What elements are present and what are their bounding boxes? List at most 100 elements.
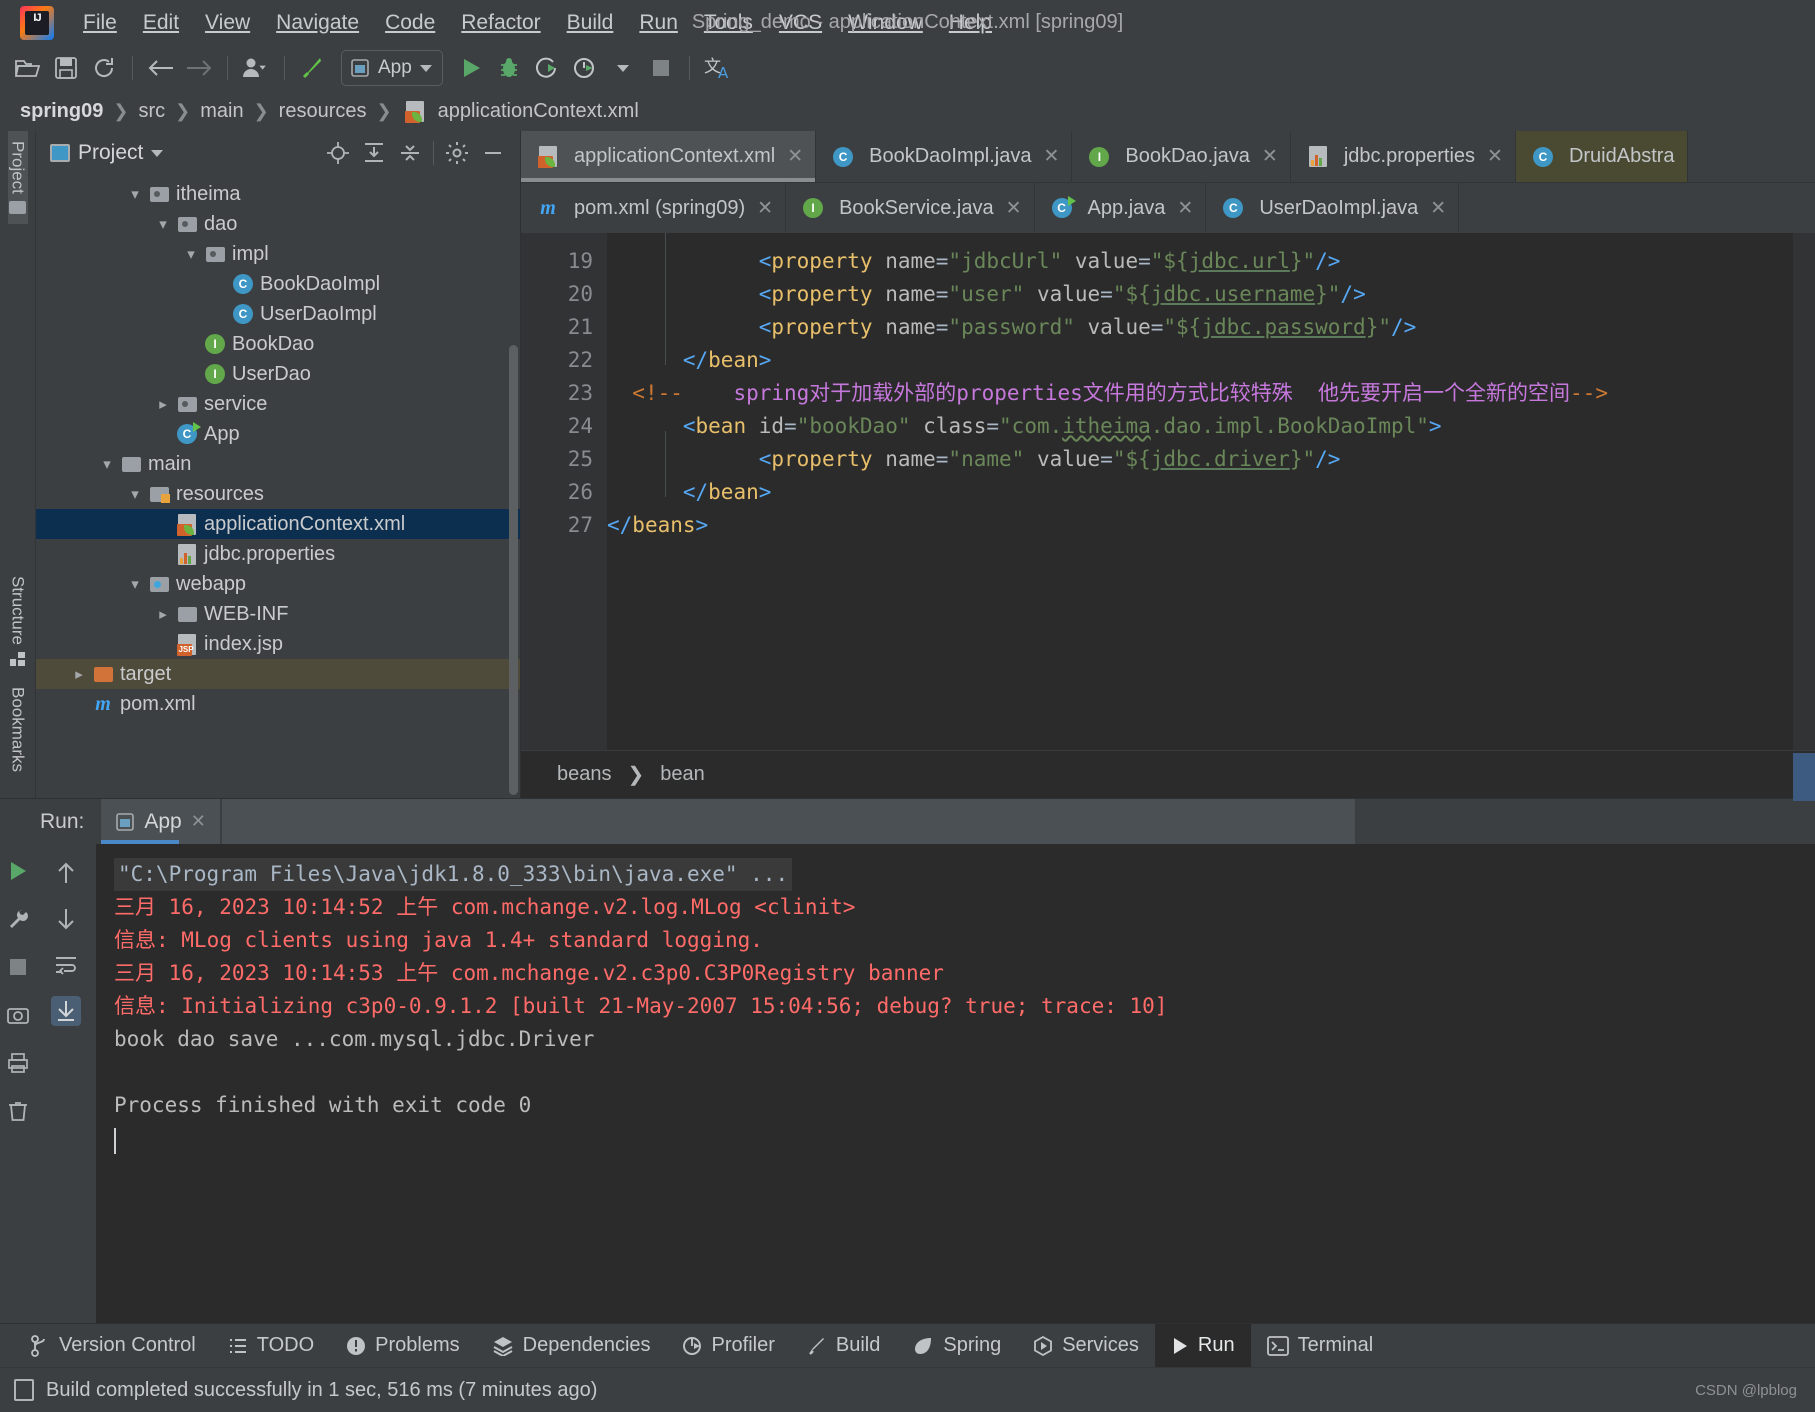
rail-tab-project[interactable]: Project — [7, 131, 28, 224]
tree-node-userdaoimpl[interactable]: C UserDaoImpl — [36, 299, 520, 329]
up-arrow-icon[interactable] — [51, 858, 81, 888]
close-icon[interactable]: ✕ — [191, 811, 206, 832]
tree-node-itheima[interactable]: ▾ itheima — [36, 179, 520, 209]
menu-window[interactable]: Window — [835, 7, 936, 39]
editor-tab-druidabstract[interactable]: C DruidAbstra — [1515, 131, 1688, 182]
wrench-icon[interactable] — [3, 904, 33, 934]
menu-navigate[interactable]: Navigate — [263, 7, 372, 39]
menu-vcs[interactable]: VCS — [766, 7, 835, 39]
editor-marker-bar[interactable] — [1793, 233, 1815, 801]
sync-icon[interactable] — [86, 51, 122, 85]
close-icon[interactable]: ✕ — [1177, 197, 1193, 220]
rerun-icon[interactable] — [3, 856, 33, 886]
tool-window-dependencies[interactable]: Dependencies — [476, 1324, 667, 1367]
stop-icon[interactable] — [643, 51, 679, 85]
chevron-right-icon[interactable]: ▸ — [152, 605, 174, 623]
back-arrow-icon[interactable] — [143, 51, 179, 85]
editor-tab-userdaoimpl-java[interactable]: C UserDaoImpl.java ✕ — [1206, 183, 1460, 233]
stop-icon[interactable] — [3, 952, 33, 982]
scroll-to-end-icon[interactable] — [51, 996, 81, 1026]
breadcrumb-item-main[interactable]: main — [194, 100, 249, 123]
chevron-right-icon[interactable]: ▸ — [68, 665, 90, 683]
tool-window-todo[interactable]: TODO — [212, 1324, 330, 1367]
close-icon[interactable]: ✕ — [1487, 145, 1503, 168]
chevron-right-icon[interactable]: ▸ — [152, 395, 174, 413]
run-with-coverage-icon[interactable] — [529, 51, 565, 85]
editor-tab-jdbc-properties[interactable]: jdbc.properties ✕ — [1291, 131, 1516, 182]
tool-window-terminal[interactable]: Terminal — [1251, 1324, 1390, 1367]
rail-tab-bookmarks[interactable]: Bookmarks — [8, 677, 28, 798]
tree-node-main[interactable]: ▾ main — [36, 449, 520, 479]
project-tree-scrollbar[interactable] — [509, 345, 518, 795]
open-folder-icon[interactable] — [10, 51, 46, 85]
code-editor[interactable]: 19 20 21 22 23 24 25 26 27 <property nam… — [521, 233, 1815, 801]
soft-wrap-icon[interactable] — [51, 950, 81, 980]
close-icon[interactable]: ✕ — [757, 197, 773, 220]
chevron-down-icon[interactable]: ▾ — [124, 185, 146, 203]
menu-file[interactable]: File — [70, 7, 130, 39]
breadcrumb-item-resources[interactable]: resources — [273, 100, 373, 123]
gear-icon[interactable] — [442, 139, 472, 167]
marker-highlight[interactable] — [1793, 753, 1815, 801]
tool-window-version-control[interactable]: Version Control — [14, 1324, 212, 1367]
editor-breadcrumb-beans[interactable]: beans — [551, 763, 618, 786]
close-icon[interactable]: ✕ — [1006, 197, 1022, 220]
tree-node-bookdaoimpl[interactable]: C BookDaoImpl — [36, 269, 520, 299]
editor-tab-bookdaoimpl-java[interactable]: C BookDaoImpl.java ✕ — [816, 131, 1073, 182]
menu-view[interactable]: View — [192, 7, 263, 39]
editor-breadcrumb-bean[interactable]: bean — [654, 763, 711, 786]
editor-gutter[interactable]: 19 20 21 22 23 24 25 26 27 — [521, 233, 607, 750]
tree-node-resources[interactable]: ▾ resources — [36, 479, 520, 509]
translate-icon[interactable]: 文A — [700, 51, 736, 85]
menu-run[interactable]: Run — [626, 7, 691, 39]
expand-all-icon[interactable] — [359, 139, 389, 167]
run-tab-app[interactable]: App ✕ — [100, 799, 221, 844]
profile-dropdown-icon[interactable] — [238, 51, 274, 85]
project-tree[interactable]: ▾ itheima ▾ dao ▾ impl C BookDaoImpl C U… — [36, 175, 520, 798]
forward-arrow-icon[interactable] — [181, 51, 217, 85]
menu-refactor[interactable]: Refactor — [448, 7, 553, 39]
tree-node-userdao[interactable]: I UserDao — [36, 359, 520, 389]
tree-node-app[interactable]: C App — [36, 419, 520, 449]
chevron-down-icon[interactable]: ▾ — [124, 575, 146, 593]
editor-tab-applicationcontext-xml[interactable]: applicationContext.xml ✕ — [521, 131, 817, 182]
camera-icon[interactable] — [3, 1000, 33, 1030]
editor-tab-bookservice-java[interactable]: I BookService.java ✕ — [786, 183, 1035, 233]
breadcrumb-item-src[interactable]: src — [132, 100, 171, 123]
tool-window-profiler[interactable]: Profiler — [667, 1324, 791, 1367]
menu-build[interactable]: Build — [554, 7, 627, 39]
tree-node-target[interactable]: ▸ target — [36, 659, 520, 689]
close-icon[interactable]: ✕ — [1043, 145, 1059, 168]
editor-tab-app-java[interactable]: C App.java ✕ — [1035, 183, 1207, 233]
menu-help[interactable]: Help — [936, 7, 1005, 39]
collapse-all-icon[interactable] — [395, 139, 425, 167]
tree-node-applicationcontext-xml[interactable]: applicationContext.xml — [36, 509, 520, 539]
menu-code[interactable]: Code — [372, 7, 448, 39]
editor-tab-bookdao-java[interactable]: I BookDao.java ✕ — [1072, 131, 1291, 182]
close-icon[interactable]: ✕ — [1430, 197, 1446, 220]
tool-window-services[interactable]: Services — [1017, 1324, 1155, 1367]
tree-node-index-jsp[interactable]: JSP index.jsp — [36, 629, 520, 659]
close-icon[interactable]: ✕ — [1262, 145, 1278, 168]
chevron-down-icon[interactable] — [419, 64, 432, 72]
print-icon[interactable] — [3, 1048, 33, 1078]
chevron-down-icon[interactable]: ▾ — [96, 455, 118, 473]
run-icon[interactable] — [453, 51, 489, 85]
tree-node-jdbc-properties[interactable]: jdbc.properties — [36, 539, 520, 569]
rail-tab-structure[interactable]: Structure — [8, 566, 28, 677]
locate-target-icon[interactable] — [323, 139, 353, 167]
chevron-down-icon[interactable]: ▾ — [180, 245, 202, 263]
down-arrow-icon[interactable] — [51, 904, 81, 934]
save-icon[interactable] — [48, 51, 84, 85]
tool-window-problems[interactable]: Problems — [330, 1324, 475, 1367]
profiler-icon[interactable] — [567, 51, 603, 85]
chevron-down-icon[interactable]: ▾ — [124, 485, 146, 503]
code-content[interactable]: <property name="jdbcUrl" value="${jdbc.u… — [607, 233, 1815, 750]
menu-edit[interactable]: Edit — [130, 7, 192, 39]
debug-icon[interactable] — [491, 51, 527, 85]
tree-node-web-inf[interactable]: ▸ WEB-INF — [36, 599, 520, 629]
profiler-dropdown-icon[interactable] — [605, 51, 641, 85]
tool-window-run[interactable]: Run — [1154, 1324, 1251, 1367]
run-console[interactable]: "C:\Program Files\Java\jdk1.8.0_333\bin\… — [96, 844, 1815, 1323]
tree-node-pom-xml[interactable]: m pom.xml — [36, 689, 520, 719]
